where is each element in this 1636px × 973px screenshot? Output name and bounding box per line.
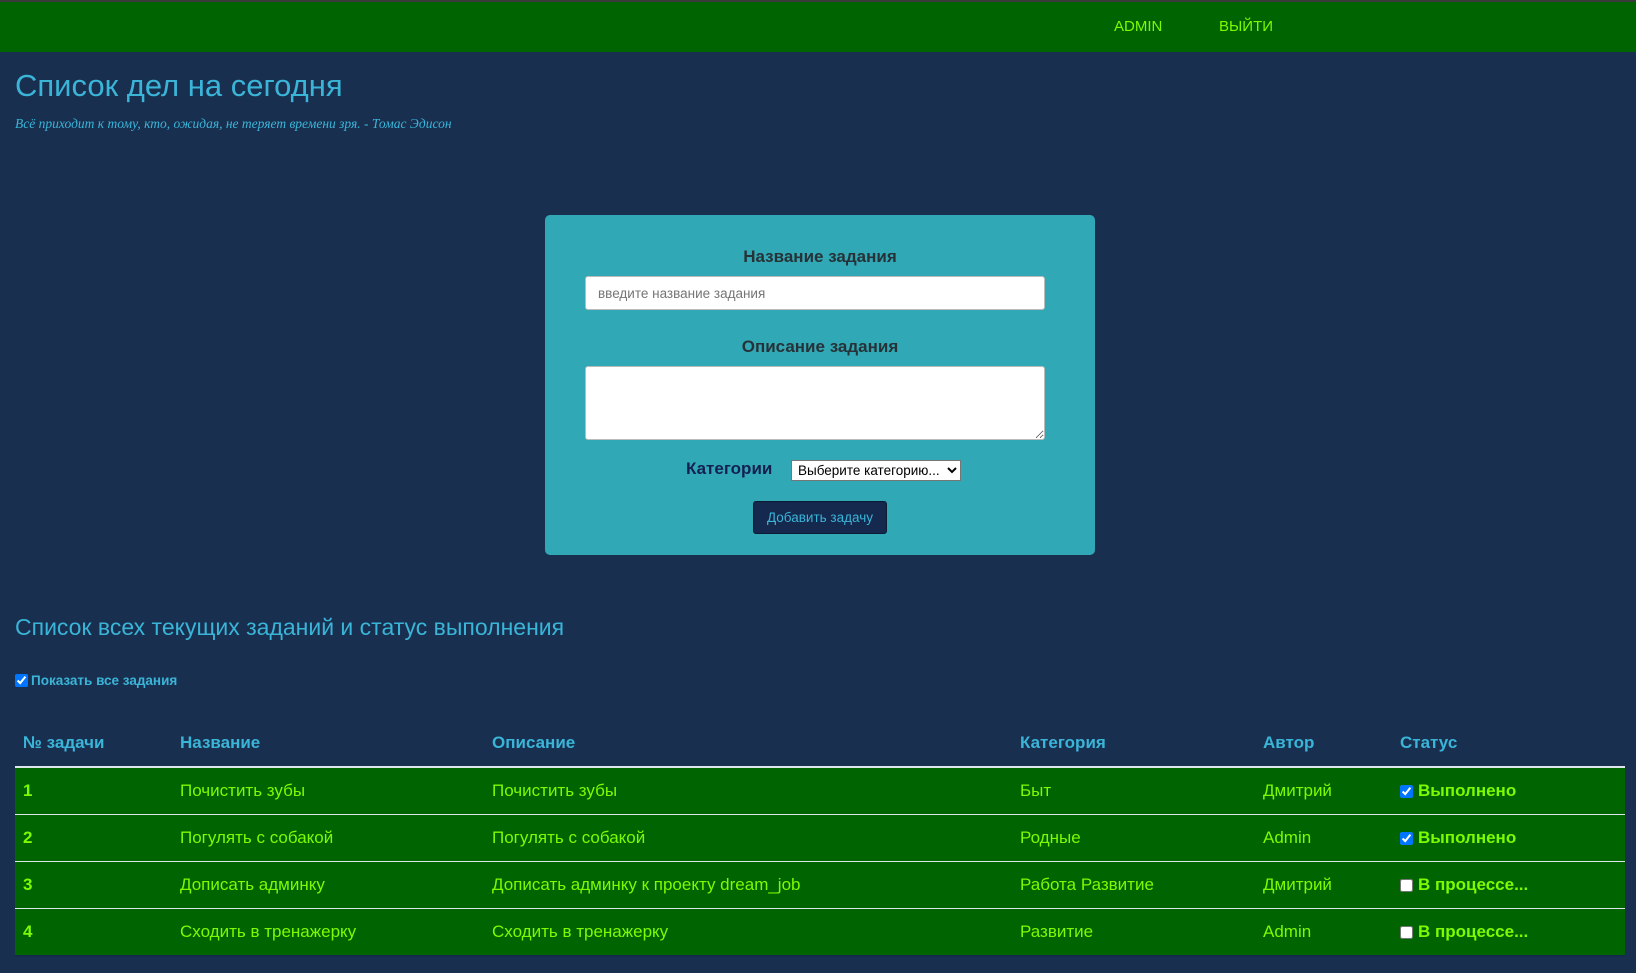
task-name: Погулять с собакой [172,814,484,862]
nav-logout-link[interactable]: ВЫЙТИ [1219,18,1273,35]
task-status-checkbox[interactable] [1400,925,1413,939]
task-description: Погулять с собакой [484,814,1012,862]
task-status-checkbox[interactable] [1400,784,1413,798]
task-status-checkbox[interactable] [1400,831,1413,845]
task-author: Admin [1255,908,1392,957]
task-status-checkbox[interactable] [1400,878,1413,892]
task-category: Родные [1012,814,1255,862]
nav-admin-link[interactable]: ADMIN [1114,18,1162,35]
header-task-author: Автор [1255,720,1392,768]
table-row: 4 Сходить в тренажерку Сходить в тренаже… [15,908,1625,957]
page-title: Список дел на сегодня [15,68,343,103]
task-status-cell: В процессе... [1392,908,1625,957]
task-description: Почистить зубы [484,767,1012,815]
task-number: 2 [15,814,172,862]
task-category: Работа Развитие [1012,861,1255,909]
task-author: Дмитрий [1255,767,1392,815]
task-status: Выполнено [1400,828,1625,848]
task-status: В процессе... [1400,875,1625,895]
task-status-cell: Выполнено [1392,767,1625,815]
task-status-label: В процессе... [1418,922,1529,941]
show-all-toggle[interactable]: Показать все задания [15,673,177,688]
tasks-table: № задачи Название Описание Категория Авт… [15,720,1625,957]
task-category: Быт [1012,767,1255,815]
header-task-category: Категория [1012,720,1255,768]
category-label: Категории [686,459,773,478]
task-description-label: Описание задания [741,337,899,356]
show-all-checkbox[interactable] [15,674,28,687]
task-description: Сходить в тренажерку [484,908,1012,957]
task-author: Дмитрий [1255,861,1392,909]
header-task-name: Название [172,720,484,768]
task-description: Дописать админку к проекту dream_job [484,861,1012,909]
add-task-button[interactable]: Добавить задачу [753,501,887,534]
task-status-label: В процессе... [1418,875,1529,894]
table-row: 3 Дописать админку Дописать админку к пр… [15,861,1625,909]
task-name: Почистить зубы [172,767,484,815]
task-author: Admin [1255,814,1392,862]
task-category: Развитие [1012,908,1255,957]
task-status-label: Выполнено [1418,828,1517,847]
category-select[interactable]: Выберите категорию... [791,460,961,481]
tasks-section-title: Список всех текущих заданий и статус вып… [15,614,565,640]
task-status-cell: Выполнено [1392,814,1625,862]
task-name: Сходить в тренажерку [172,908,484,957]
task-number: 1 [15,767,172,815]
task-name: Дописать админку [172,861,484,909]
task-status: Выполнено [1400,781,1625,801]
table-row: 2 Погулять с собакой Погулять с собакой … [15,814,1625,862]
task-name-input[interactable] [585,276,1045,310]
header-task-description: Описание [484,720,1012,768]
top-navbar: ADMIN ВЫЙТИ [0,0,1636,52]
task-number: 3 [15,861,172,909]
header-task-status: Статус [1392,720,1625,768]
task-description-textarea[interactable] [585,366,1045,440]
task-number: 4 [15,908,172,957]
task-name-label: Название задания [743,247,897,266]
table-header-row: № задачи Название Описание Категория Авт… [15,720,1625,768]
page-quote: Всё приходит к тому, кто, ожидая, не тер… [15,116,452,131]
table-row: 1 Почистить зубы Почистить зубы Быт Дмит… [15,767,1625,815]
task-status-cell: В процессе... [1392,861,1625,909]
task-status-label: Выполнено [1418,781,1517,800]
show-all-label: Показать все задания [31,673,178,688]
task-status: В процессе... [1400,922,1625,942]
header-task-number: № задачи [15,720,172,768]
add-task-form: Название задания Описание задания Катего… [545,215,1095,555]
